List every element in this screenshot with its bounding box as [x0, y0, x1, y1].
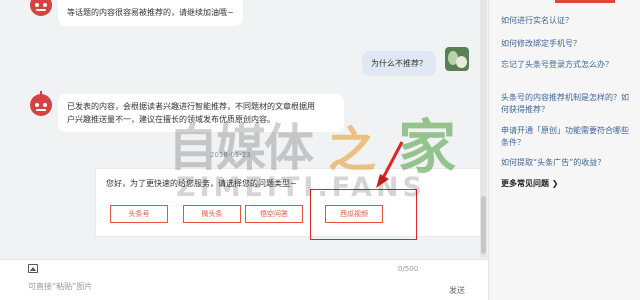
- option-toutiaohao-button[interactable]: 头条号: [110, 205, 168, 223]
- message-input-placeholder[interactable]: 可直接“粘贴”图片: [28, 281, 92, 292]
- bot-avatar: [30, 0, 52, 16]
- watermark-logo-text: ZIMEITI.FANS: [176, 172, 426, 203]
- chat-scrollbar[interactable]: [480, 0, 487, 258]
- scrollbar-thumb[interactable]: [481, 196, 486, 254]
- faq-link[interactable]: 如何修改绑定手机号？: [501, 38, 631, 50]
- send-button[interactable]: 发送: [449, 285, 465, 296]
- bot-avatar: [30, 91, 52, 116]
- image-upload-icon[interactable]: [28, 264, 38, 273]
- char-count: 0/500: [398, 265, 419, 273]
- sidebar-top-tab: [555, 0, 615, 3]
- faq-sidebar: 如何进行实名认证？ 如何修改绑定手机号？ 忘记了头条号登录方式怎么办？ 头条号的…: [488, 0, 640, 300]
- faq-link[interactable]: 如何提取“头条广告”的收益？: [501, 157, 631, 169]
- watermark-logo-text: 自媒体: [168, 119, 314, 177]
- bot-message-text: 等话题的内容很容易被推荐的，请继续加油哦~: [67, 8, 234, 17]
- faq-link[interactable]: 如何进行实名认证？: [501, 15, 631, 27]
- option-weitoutiao-button[interactable]: 微头条: [183, 205, 241, 223]
- message-input-area[interactable]: 0/500 可直接“粘贴”图片: [0, 259, 488, 300]
- watermark-logo-text: 之: [328, 122, 377, 178]
- user-avatar: [445, 47, 469, 71]
- faq-link[interactable]: 申请开通「原创」功能需要符合哪些条件？: [501, 125, 631, 149]
- more-faq-link[interactable]: 更多常见问题 ❯: [501, 178, 559, 189]
- faq-link[interactable]: 头条号的内容推荐机制是怎样的？如何获得推荐？: [501, 92, 631, 116]
- faq-link[interactable]: 忘记了头条号登录方式怎么办？: [501, 59, 631, 71]
- user-message: 为什么不推荐？: [362, 51, 436, 76]
- bot-message: 等话题的内容很容易被推荐的，请继续加油哦~: [58, 0, 243, 26]
- user-message-text: 为什么不推荐？: [371, 59, 427, 68]
- option-wukong-button[interactable]: 悟空问答: [245, 205, 303, 223]
